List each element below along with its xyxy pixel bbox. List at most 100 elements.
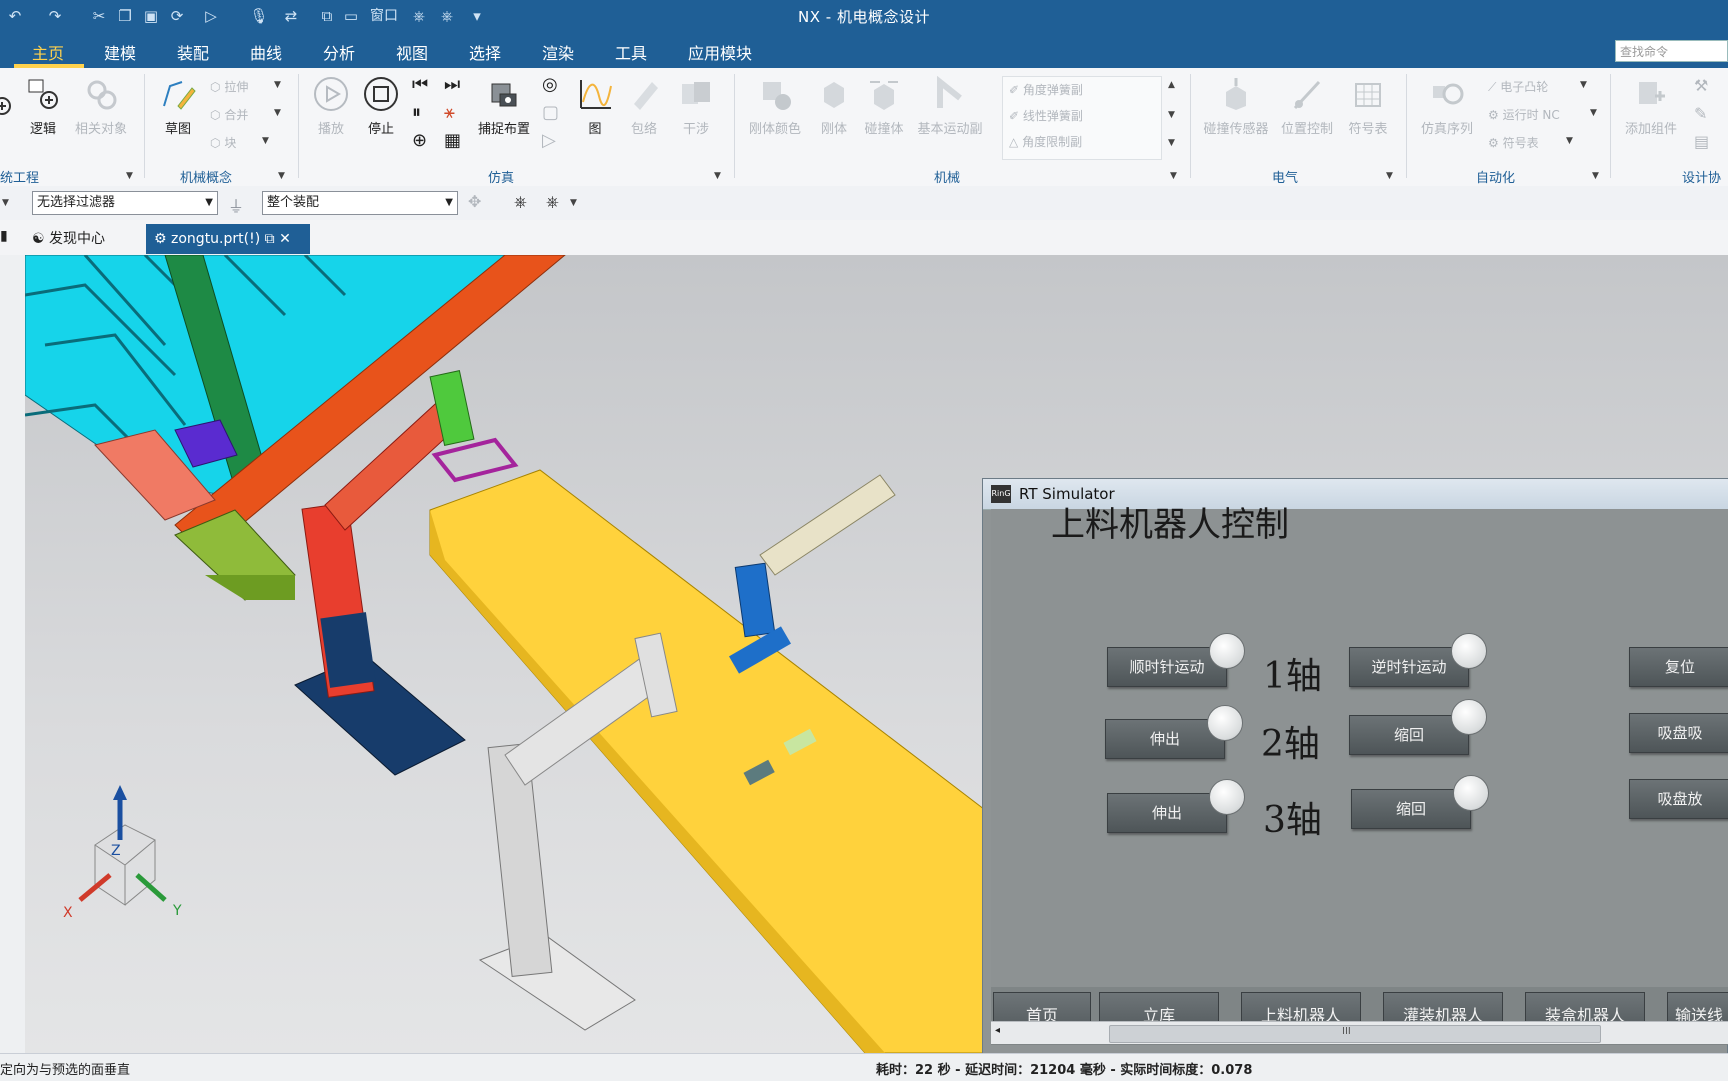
extrude-button[interactable]: ⬡ 拉伸 [210, 78, 248, 95]
group-expand-icon[interactable]: ▼ [126, 171, 133, 181]
angle-spring-button[interactable]: ✐ 角度弹簧副 [1009, 81, 1083, 98]
collab-tool-icon[interactable]: ⚒ [1694, 76, 1708, 95]
gallery-scroll-down-icon[interactable]: ▼ [1168, 110, 1175, 120]
menu-tools[interactable]: 工具 [615, 40, 647, 64]
basic-motion-button[interactable]: 基本运动副 [912, 76, 988, 137]
collab-edit-icon[interactable]: ✎ [1694, 104, 1707, 123]
block-button[interactable]: ⬡ 块 [210, 134, 236, 151]
record-icon[interactable]: ▦ [444, 130, 461, 151]
position-control-button[interactable]: 位置控制 [1276, 76, 1338, 137]
suction-on-button[interactable]: 吸盘吸 [1629, 713, 1728, 753]
hmi-header: 上料机器人控制 [1051, 505, 1289, 545]
group-expand-icon[interactable]: ▼ [1592, 171, 1599, 181]
reset-button[interactable]: 复位 [1629, 647, 1728, 687]
menu-render[interactable]: 渲染 [542, 40, 574, 64]
show-hide-icon[interactable]: ⎈ [514, 192, 527, 212]
axis1-ccw-indicator [1451, 633, 1487, 669]
command-search-input[interactable]: 查找命令 [1615, 40, 1728, 62]
wrap-button[interactable]: 包络 [622, 76, 666, 137]
menu-curve[interactable]: 曲线 [250, 40, 282, 64]
stop-button[interactable]: 停止 [360, 76, 402, 137]
electronic-cam-button[interactable]: ⟋ 电子凸轮 [1488, 78, 1548, 95]
horizontal-scrollbar[interactable]: ◂ III [991, 1021, 1728, 1044]
symbol-table-button[interactable]: 符号表 [1344, 76, 1392, 137]
simulation-sequence-button[interactable]: 仿真序列 [1414, 76, 1480, 137]
rigid-body-button[interactable]: 刚体 [812, 76, 856, 137]
logic-button[interactable]: 逻辑 [20, 76, 66, 137]
collision-sensor-button[interactable]: 碰撞传感器 [1200, 76, 1272, 137]
combine-button[interactable]: ⬡ 合并 [210, 106, 248, 123]
menu-select[interactable]: 选择 [469, 40, 501, 64]
group-expand-icon[interactable]: ▼ [278, 171, 285, 181]
linear-spring-button[interactable]: ✐ 线性弹簧副 [1009, 107, 1083, 124]
menu-bar: 主页 建模 装配 曲线 分析 视图 选择 渲染 工具 应用模块 [0, 32, 1728, 68]
add-component-button[interactable]: 添加组件 [1618, 76, 1684, 137]
axis3-extend-indicator [1209, 779, 1245, 815]
play-icon [314, 77, 348, 111]
symbol-table-small-button[interactable]: ⚙ 符号表 [1488, 134, 1539, 151]
capture-layout-button[interactable]: 捕捉布置 [472, 76, 536, 137]
combine-dropdown-icon[interactable]: ▼ [274, 108, 281, 118]
frame-icon[interactable]: ▢ [542, 102, 559, 123]
cam-dropdown-icon[interactable]: ▼ [1580, 80, 1587, 90]
collision-body-button[interactable]: 碰撞体 [858, 76, 910, 137]
extrude-dropdown-icon[interactable]: ▼ [274, 80, 281, 90]
rt-simulator-icon: RinG [991, 485, 1011, 503]
sim-sequence-label: 仿真序列 [1420, 122, 1473, 137]
angle-limit-button[interactable]: △ 角度限制副 [1009, 133, 1082, 150]
speed-icon[interactable]: ⊕ [412, 130, 427, 151]
graph-button[interactable]: 图 [572, 76, 618, 137]
menu-view[interactable]: 视图 [396, 40, 428, 64]
collision-body-icon [870, 81, 898, 110]
pause-icon[interactable]: ⏸ [412, 102, 421, 123]
menu-modeling[interactable]: 建模 [104, 40, 136, 64]
rigid-body-icon [824, 82, 844, 108]
snap-point-icon[interactable]: ✥ [468, 192, 481, 211]
menu-applications[interactable]: 应用模块 [688, 40, 752, 64]
chevron-down-icon: ▼ [205, 197, 213, 208]
group-expand-icon[interactable]: ▼ [1170, 171, 1177, 181]
nc-dropdown-icon[interactable]: ▼ [1590, 108, 1597, 118]
type-filter-select[interactable]: 无选择过滤器 ▼ [32, 191, 218, 215]
menu-assembly[interactable]: 装配 [177, 40, 209, 64]
axis1-cw-indicator [1209, 633, 1245, 669]
group-expand-icon[interactable]: ▼ [714, 171, 721, 181]
function-button[interactable] [0, 90, 14, 132]
resource-bar[interactable] [0, 255, 26, 1053]
wrap-icon [634, 82, 658, 110]
menu-analysis[interactable]: 分析 [323, 40, 355, 64]
runtime-nc-button[interactable]: ⚙ 运行时 NC [1488, 106, 1560, 123]
play-small-icon[interactable]: ▷ [542, 130, 556, 151]
rewind-icon[interactable]: ⏮ [412, 74, 428, 95]
target-icon[interactable]: ◎ [542, 74, 558, 95]
snapshot-icon[interactable]: ⚹ [444, 102, 455, 123]
loading-robot-column [320, 612, 376, 688]
suction-off-button[interactable]: 吸盘放 [1629, 779, 1728, 819]
display-dropdown-icon[interactable]: ▼ [570, 198, 577, 208]
symbol-dropdown-icon[interactable]: ▼ [1566, 136, 1573, 146]
rigid-body-color-button[interactable]: 刚体颜色 [744, 76, 806, 137]
play-button[interactable]: 播放 [310, 76, 352, 137]
combine-icon: ⬡ [210, 108, 221, 122]
collab-table-icon[interactable]: ▤ [1694, 132, 1709, 151]
step-forward-icon[interactable]: ⏭ [444, 74, 460, 95]
sketch-button[interactable]: 草图 [156, 76, 200, 137]
resource-bar-icon[interactable]: ▮ [0, 228, 8, 244]
gallery-scroll-up-icon[interactable]: ▲ [1168, 80, 1175, 90]
display-mode-icon[interactable]: ⎈ [546, 192, 559, 212]
menu-home[interactable]: 主页 [32, 40, 64, 64]
scroll-thumb[interactable]: III [1109, 1025, 1601, 1043]
group-expand-icon[interactable]: ▼ [1386, 171, 1393, 181]
close-icon[interactable]: ✕ [279, 231, 291, 247]
rt-simulator-window[interactable]: RinG RT Simulator 上料机器人控制 顺时针运动 1轴 逆时针运动… [982, 478, 1728, 1060]
tab-zongtu[interactable]: ⚙ zongtu.prt(!) ⧉ ✕ [146, 224, 310, 254]
scroll-left-icon[interactable]: ◂ [995, 1025, 1000, 1036]
menu-dropdown-icon[interactable]: ▼ [2, 198, 9, 208]
tab-discovery-center[interactable]: ☯ 发现中心 [24, 224, 113, 254]
interference-button[interactable]: 干涉 [672, 76, 720, 137]
selection-scope-select[interactable]: 整个装配 ▼ [262, 191, 458, 215]
filter-reset-icon[interactable]: ⏚ [228, 193, 244, 217]
gallery-expand-icon[interactable]: ▼ [1168, 138, 1175, 148]
related-objects-button[interactable]: 相关对象 [70, 76, 132, 137]
block-dropdown-icon[interactable]: ▼ [262, 136, 269, 146]
